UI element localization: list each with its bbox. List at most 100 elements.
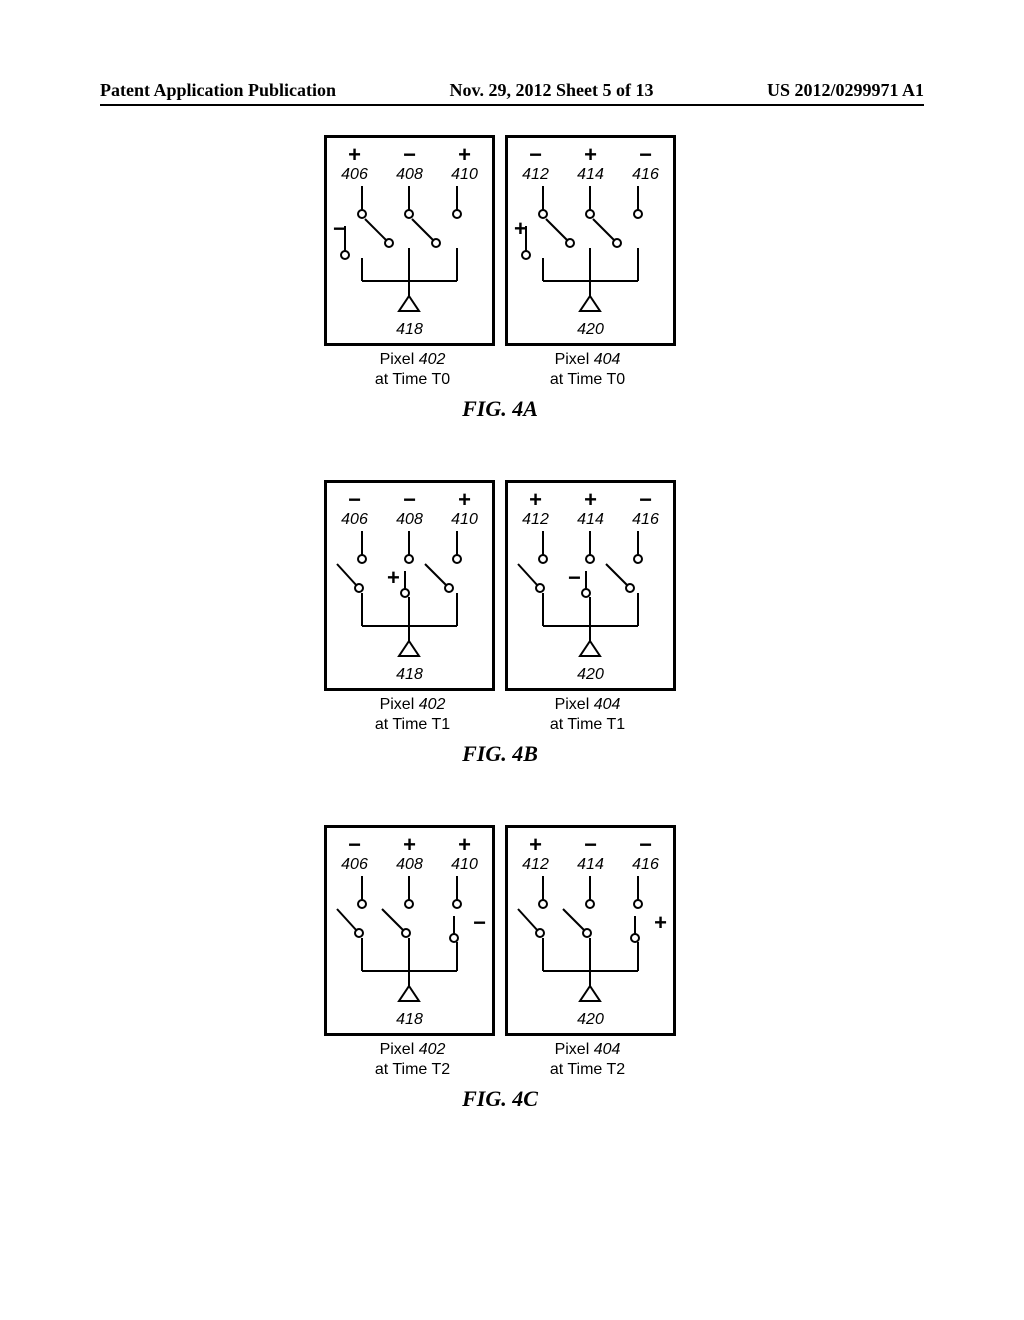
panel-caption: Pixel 404 at Time T2 — [505, 1040, 670, 1080]
sign: − — [563, 834, 617, 856]
sign: + — [563, 144, 617, 166]
sign: + — [327, 144, 381, 166]
sign: + — [437, 834, 491, 856]
ref-num: 406 — [341, 856, 368, 874]
caption-label: Pixel — [380, 1041, 415, 1058]
caption-label: Pixel — [555, 1041, 590, 1058]
ref-numbers: 406 408 410 — [327, 166, 492, 184]
caption-num: 402 — [419, 351, 446, 368]
panel-404-t0: − + − 412 414 416 + — [505, 135, 676, 346]
ref-num: 408 — [396, 511, 423, 529]
ref-num: 410 — [451, 856, 478, 874]
caption-num: 404 — [594, 351, 621, 368]
ref-numbers: 412 414 416 — [508, 856, 673, 874]
caption-label: Pixel — [380, 696, 415, 713]
sign: − — [382, 144, 436, 166]
panel-caption: Pixel 402 at Time T0 — [330, 350, 495, 390]
caption-time: at Time T2 — [550, 1061, 625, 1078]
ref-numbers: 412 414 416 — [508, 166, 673, 184]
ref-num: 416 — [632, 856, 659, 874]
caption-time: at Time T1 — [375, 716, 450, 733]
ref-num: 408 — [396, 166, 423, 184]
ref-numbers: 406 408 410 — [327, 856, 492, 874]
polarity-signs: − + + — [327, 834, 492, 856]
schematic-icon — [508, 186, 673, 321]
sign: − — [618, 834, 672, 856]
panel-402-t1: − − + 406 408 410 + — [324, 480, 495, 691]
figure-4c: − + + 406 408 410 − — [270, 825, 730, 1112]
header-mid: Nov. 29, 2012 Sheet 5 of 13 — [450, 80, 654, 101]
panel-402-t0: + − + 406 408 410 − — [324, 135, 495, 346]
panel-row: − − + 406 408 410 + — [270, 480, 730, 691]
ref-num: 410 — [451, 166, 478, 184]
caption-row: Pixel 402 at Time T1 Pixel 404 at Time T… — [270, 695, 730, 735]
polarity-signs: − − + — [327, 489, 492, 511]
schematic-icon — [327, 186, 492, 321]
sign: + — [508, 834, 562, 856]
caption-num: 402 — [419, 1041, 446, 1058]
driver-ref: 420 — [508, 321, 673, 339]
sign: − — [618, 144, 672, 166]
panel-402-t2: − + + 406 408 410 − — [324, 825, 495, 1036]
figure-4a: + − + 406 408 410 − — [270, 135, 730, 422]
caption-label: Pixel — [555, 696, 590, 713]
driver-ref: 418 — [327, 321, 492, 339]
ref-num: 412 — [522, 511, 549, 529]
caption-row: Pixel 402 at Time T2 Pixel 404 at Time T… — [270, 1040, 730, 1080]
schematic-icon — [508, 531, 673, 666]
sign: − — [508, 144, 562, 166]
sign: − — [327, 834, 381, 856]
panel-caption: Pixel 402 at Time T2 — [330, 1040, 495, 1080]
ref-num: 416 — [632, 166, 659, 184]
header-left: Patent Application Publication — [100, 80, 336, 101]
schematic-icon — [508, 876, 673, 1011]
ref-num: 408 — [396, 856, 423, 874]
figure-4b: − − + 406 408 410 + — [270, 480, 730, 767]
ref-num: 416 — [632, 511, 659, 529]
polarity-signs: + − − — [508, 834, 673, 856]
panel-row: + − + 406 408 410 − — [270, 135, 730, 346]
ref-num: 412 — [522, 856, 549, 874]
sign: − — [327, 489, 381, 511]
caption-time: at Time T0 — [550, 371, 625, 388]
sign: + — [437, 144, 491, 166]
ref-numbers: 412 414 416 — [508, 511, 673, 529]
panel-404-t1: + + − 412 414 416 − — [505, 480, 676, 691]
driver-ref: 418 — [327, 666, 492, 684]
caption-time: at Time T2 — [375, 1061, 450, 1078]
caption-label: Pixel — [555, 351, 590, 368]
sign: − — [618, 489, 672, 511]
ref-num: 414 — [577, 856, 604, 874]
sign: − — [382, 489, 436, 511]
panel-caption: Pixel 404 at Time T1 — [505, 695, 670, 735]
schematic-icon — [327, 876, 492, 1011]
page-header: Patent Application Publication Nov. 29, … — [0, 80, 1024, 101]
driver-ref: 418 — [327, 1011, 492, 1029]
header-right: US 2012/0299971 A1 — [767, 80, 924, 101]
ref-num: 414 — [577, 166, 604, 184]
panel-404-t2: + − − 412 414 416 + — [505, 825, 676, 1036]
caption-num: 404 — [594, 1041, 621, 1058]
ref-num: 414 — [577, 511, 604, 529]
caption-row: Pixel 402 at Time T0 Pixel 404 at Time T… — [270, 350, 730, 390]
caption-num: 402 — [419, 696, 446, 713]
polarity-signs: + + − — [508, 489, 673, 511]
sign: + — [563, 489, 617, 511]
caption-num: 404 — [594, 696, 621, 713]
driver-ref: 420 — [508, 666, 673, 684]
caption-time: at Time T0 — [375, 371, 450, 388]
polarity-signs: + − + — [327, 144, 492, 166]
figure-title: FIG. 4C — [270, 1086, 730, 1112]
ref-num: 412 — [522, 166, 549, 184]
ref-num: 406 — [341, 511, 368, 529]
panel-row: − + + 406 408 410 − — [270, 825, 730, 1036]
sign: + — [508, 489, 562, 511]
sign: + — [437, 489, 491, 511]
sign: + — [382, 834, 436, 856]
header-rule — [100, 104, 924, 106]
schematic-icon — [327, 531, 492, 666]
ref-num: 410 — [451, 511, 478, 529]
panel-caption: Pixel 404 at Time T0 — [505, 350, 670, 390]
caption-label: Pixel — [380, 351, 415, 368]
polarity-signs: − + − — [508, 144, 673, 166]
